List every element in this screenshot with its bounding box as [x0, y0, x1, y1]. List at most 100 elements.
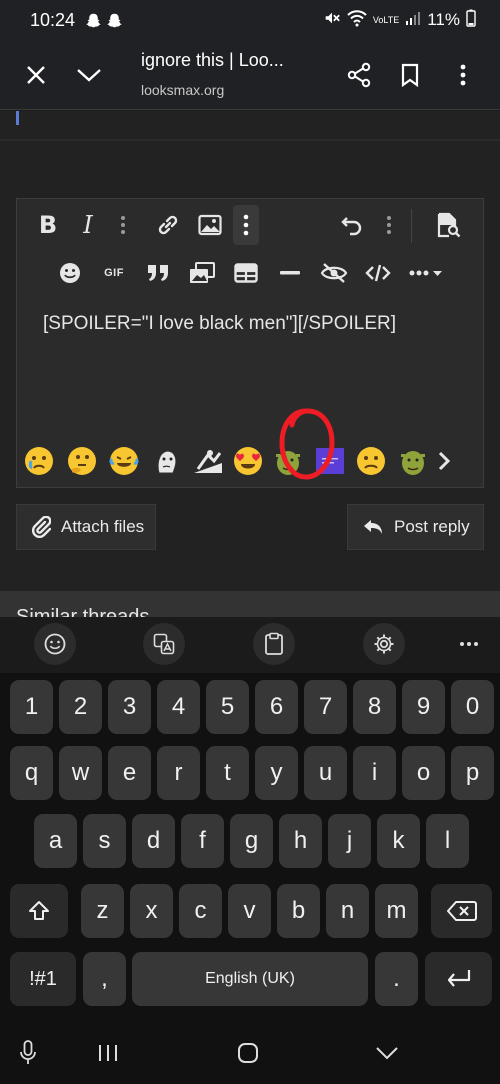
- key-2[interactable]: 2: [59, 680, 102, 734]
- key-8[interactable]: 8: [353, 680, 396, 734]
- period-key[interactable]: .: [375, 952, 418, 1006]
- smiley-icon[interactable]: [55, 258, 85, 288]
- key-0[interactable]: 0: [451, 680, 494, 734]
- key-s[interactable]: s: [83, 814, 126, 868]
- frowning-face-icon[interactable]: [355, 445, 387, 477]
- key-u[interactable]: u: [304, 746, 347, 800]
- gif-icon[interactable]: GIF: [97, 258, 131, 288]
- key-9[interactable]: 9: [402, 680, 445, 734]
- key-l[interactable]: l: [426, 814, 469, 868]
- thinking-face-icon[interactable]: [66, 445, 98, 477]
- key-k[interactable]: k: [377, 814, 420, 868]
- key-y[interactable]: y: [255, 746, 298, 800]
- key-v[interactable]: v: [228, 884, 271, 938]
- post-reply-button[interactable]: Post reply: [347, 504, 484, 550]
- enter-icon: [447, 970, 470, 987]
- on-screen-keyboard: 1 2 3 4 5 6 7 8 9 0 q w e r t y u i o p …: [0, 617, 500, 1022]
- key-5[interactable]: 5: [206, 680, 249, 734]
- key-f[interactable]: f: [181, 814, 224, 868]
- key-q[interactable]: q: [10, 746, 53, 800]
- shrek-face-icon[interactable]: [397, 445, 429, 477]
- skier-sticker-icon[interactable]: [192, 445, 224, 477]
- key-x[interactable]: x: [130, 884, 173, 938]
- more-vert-icon[interactable]: [379, 209, 399, 241]
- key-w[interactable]: w: [59, 746, 102, 800]
- key-3[interactable]: 3: [108, 680, 151, 734]
- key-a[interactable]: a: [34, 814, 77, 868]
- translate-icon[interactable]: [143, 623, 185, 665]
- more-vert-icon[interactable]: [447, 59, 479, 91]
- key-o[interactable]: o: [402, 746, 445, 800]
- key-g[interactable]: g: [230, 814, 273, 868]
- attach-files-button[interactable]: Attach files: [16, 504, 156, 550]
- text-cursor: [16, 111, 19, 125]
- key-n[interactable]: n: [326, 884, 369, 938]
- key-1[interactable]: 1: [10, 680, 53, 734]
- space-key[interactable]: English (UK): [132, 952, 368, 1006]
- heart-eyes-icon[interactable]: [232, 445, 264, 477]
- shift-key[interactable]: [10, 884, 68, 938]
- italic-button[interactable]: I: [73, 209, 103, 241]
- back-chevron-icon[interactable]: [374, 1040, 400, 1066]
- laughing-face-icon[interactable]: [108, 445, 140, 477]
- key-d[interactable]: d: [132, 814, 175, 868]
- clipboard-icon[interactable]: [253, 623, 295, 665]
- wifi-icon: [347, 9, 367, 32]
- wojak-face-icon[interactable]: [151, 445, 183, 477]
- enter-key[interactable]: [425, 952, 492, 1006]
- more-options-icon[interactable]: [405, 258, 449, 288]
- crying-face-icon[interactable]: [23, 445, 55, 477]
- key-i[interactable]: i: [353, 746, 396, 800]
- share-icon[interactable]: [343, 59, 375, 91]
- comma-key[interactable]: ,: [83, 952, 126, 1006]
- microphone-icon[interactable]: [16, 1040, 40, 1066]
- key-4[interactable]: 4: [157, 680, 200, 734]
- key-e[interactable]: e: [108, 746, 151, 800]
- key-6[interactable]: 6: [255, 680, 298, 734]
- divider: [0, 139, 500, 141]
- image-icon[interactable]: [193, 209, 227, 241]
- snapchat-icon: [85, 12, 102, 29]
- backspace-key[interactable]: [431, 884, 492, 938]
- gear-icon[interactable]: [363, 623, 405, 665]
- key-j[interactable]: j: [328, 814, 371, 868]
- home-icon[interactable]: [235, 1040, 261, 1066]
- more-vert-icon[interactable]: [113, 209, 133, 241]
- key-p[interactable]: p: [451, 746, 494, 800]
- reply-icon: [364, 520, 382, 534]
- key-z[interactable]: z: [81, 884, 124, 938]
- more-horiz-icon[interactable]: [448, 623, 490, 665]
- recent-apps-icon[interactable]: [96, 1040, 120, 1066]
- symbols-key[interactable]: !#1: [10, 952, 76, 1006]
- media-icon[interactable]: [185, 258, 219, 288]
- key-h[interactable]: h: [279, 814, 322, 868]
- notification-icons: [85, 12, 123, 29]
- preview-icon[interactable]: [431, 209, 465, 241]
- browser-toolbar: ignore this | Loo... looksmax.org: [0, 40, 500, 110]
- rich-text-editor[interactable]: B I GIF [SPOILER="I love black men"][/SP…: [16, 198, 484, 488]
- undo-icon[interactable]: [335, 209, 369, 241]
- key-c[interactable]: c: [179, 884, 222, 938]
- code-icon[interactable]: [361, 258, 395, 288]
- key-b[interactable]: b: [277, 884, 320, 938]
- horizontal-rule-icon[interactable]: [275, 258, 305, 288]
- chevron-down-icon[interactable]: [73, 59, 105, 91]
- bookmark-icon[interactable]: [394, 59, 426, 91]
- spoiler-icon[interactable]: [317, 258, 351, 288]
- more-vert-icon[interactable]: [233, 205, 259, 245]
- key-7[interactable]: 7: [304, 680, 347, 734]
- bold-button[interactable]: B: [33, 209, 63, 241]
- page-title: ignore this | Loo...: [141, 50, 284, 70]
- table-icon[interactable]: [229, 258, 263, 288]
- emoji-keyboard-icon[interactable]: [34, 623, 76, 665]
- key-t[interactable]: t: [206, 746, 249, 800]
- snapchat-icon: [106, 12, 123, 29]
- system-nav-bar: [0, 1022, 500, 1084]
- close-icon[interactable]: [20, 59, 52, 91]
- editor-content[interactable]: [SPOILER="I love black men"][/SPOILER]: [43, 313, 396, 335]
- key-m[interactable]: m: [375, 884, 418, 938]
- link-icon[interactable]: [151, 209, 185, 241]
- key-r[interactable]: r: [157, 746, 200, 800]
- chevron-right-icon[interactable]: [435, 445, 453, 477]
- quote-icon[interactable]: [141, 258, 175, 288]
